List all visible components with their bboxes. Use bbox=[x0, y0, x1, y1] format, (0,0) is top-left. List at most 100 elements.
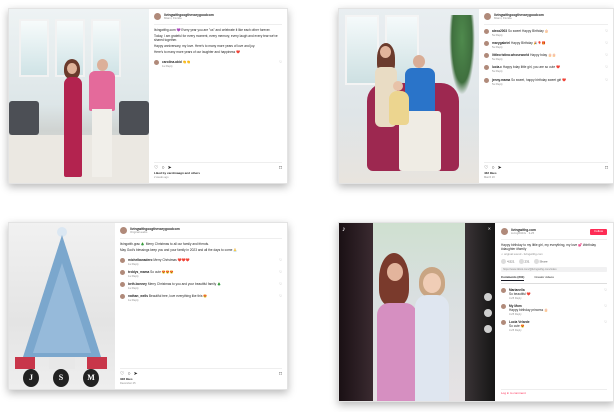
avatar[interactable] bbox=[484, 77, 489, 83]
instagram-post-birthday: livingwithgoogthevarygoodcom Miami, Flor… bbox=[338, 8, 614, 184]
avatar[interactable] bbox=[154, 59, 159, 65]
comment-meta[interactable]: 5w Reply bbox=[492, 70, 602, 73]
comment-meta[interactable]: 1w Reply bbox=[128, 275, 276, 278]
post-photo-family-chair[interactable] bbox=[339, 9, 479, 183]
comment-user[interactable]: teddys_mama bbox=[128, 270, 149, 274]
panel-tabs: Comments (231) Creator videos bbox=[501, 275, 607, 284]
girl-face bbox=[423, 273, 441, 293]
gift-box bbox=[49, 357, 75, 369]
volume-icon[interactable] bbox=[484, 293, 492, 301]
like-comment-heart-icon[interactable]: ♡ bbox=[279, 258, 282, 262]
avatar[interactable] bbox=[484, 65, 489, 71]
comment-meta[interactable]: 5w Reply bbox=[492, 58, 602, 61]
post-header: livingwithgoogthevarygoodcom Miami, Flor… bbox=[154, 13, 282, 25]
save-bookmark-icon[interactable]: □ bbox=[605, 165, 608, 171]
post-location[interactable]: Miami, Florida bbox=[164, 16, 214, 20]
music-label[interactable]: ♫ original sound - livingwithg.com bbox=[501, 252, 607, 256]
like-comment-heart-icon[interactable]: ♡ bbox=[605, 53, 608, 57]
avatar[interactable] bbox=[484, 53, 489, 59]
save-bookmark-icon[interactable]: □ bbox=[279, 165, 282, 171]
avatar[interactable] bbox=[501, 228, 508, 236]
avatar[interactable] bbox=[120, 227, 127, 235]
video-controls bbox=[484, 293, 492, 333]
avatar[interactable] bbox=[484, 13, 491, 21]
woman-face bbox=[67, 63, 77, 74]
comment-meta[interactable]: 3-25 Reply bbox=[509, 313, 601, 316]
like-comment-heart-icon[interactable]: ♡ bbox=[604, 304, 607, 308]
comment: Marianella So beautiful ❤️ 3-25 Reply ♡ bbox=[501, 287, 607, 300]
post-caption: livingwithg.com 💜 Every year you are "us… bbox=[154, 25, 282, 56]
comment-text: So beautiful ❤️ bbox=[509, 291, 531, 296]
tiktok-side-panel: livingwithg.com LivingWithG · 3-25 Follo… bbox=[495, 223, 613, 401]
like-comment-heart-icon[interactable]: ♡ bbox=[605, 78, 608, 82]
post-photo-christmas-tree[interactable]: J S M bbox=[9, 223, 115, 389]
add-comment-prompt[interactable]: Log in to comment bbox=[501, 389, 607, 396]
follow-button[interactable]: Follow bbox=[590, 228, 607, 235]
like-comment-heart-icon[interactable]: ♡ bbox=[279, 270, 282, 274]
close-icon[interactable]: ✕ bbox=[488, 226, 491, 231]
comment-user[interactable]: nathan_wells bbox=[128, 294, 148, 298]
comment-meta[interactable]: 5w Reply bbox=[492, 46, 602, 49]
share-button[interactable]: Share bbox=[533, 259, 548, 265]
like-comment-heart-icon[interactable]: ♡ bbox=[605, 65, 608, 69]
post-header: livingwithgoogthevarygoodcom Miami, Flor… bbox=[484, 13, 608, 25]
comment: littlecristina.whoseworld Happy bday 🎂🎂 … bbox=[484, 53, 608, 61]
like-comment-heart-icon[interactable]: ♡ bbox=[604, 320, 607, 324]
like-comment-heart-icon[interactable]: ♡ bbox=[279, 60, 282, 64]
avatar[interactable] bbox=[154, 13, 161, 21]
action-bar: ♡ ○ ➤ □ bbox=[484, 161, 608, 171]
sofa bbox=[9, 101, 39, 135]
avatar[interactable] bbox=[484, 40, 489, 46]
chevron-up-icon[interactable] bbox=[484, 309, 492, 317]
avatar[interactable] bbox=[484, 28, 489, 34]
avatar[interactable] bbox=[501, 304, 506, 310]
man-pants bbox=[92, 109, 112, 177]
gift-box bbox=[15, 357, 35, 369]
avatar[interactable] bbox=[501, 320, 506, 326]
comment-text: So sweet Happy Birthday 🎂 bbox=[507, 28, 549, 33]
comment-user[interactable]: littlecristina.whoseworld bbox=[492, 53, 529, 57]
like-comment-heart-icon[interactable]: ♡ bbox=[605, 29, 608, 33]
copy-link-field[interactable]: https://www.tiktok.com/@livingwithg.com/… bbox=[501, 267, 607, 273]
comment-user[interactable]: marygabriel bbox=[492, 41, 510, 45]
comment-user[interactable]: carolina.abid bbox=[162, 60, 182, 64]
comment-text: Beautiful tree, love everything like thi… bbox=[148, 294, 208, 299]
save-bookmark-icon[interactable]: □ bbox=[279, 371, 282, 377]
avatar[interactable] bbox=[120, 269, 125, 275]
comment: marygabriel Happy Birthday 🎉🎈🎁 5w Reply … bbox=[484, 40, 608, 49]
comment-user[interactable]: jenny.mama bbox=[492, 78, 510, 82]
comment-meta[interactable]: 1w Reply bbox=[128, 287, 276, 290]
share-plane-icon[interactable]: ➤ bbox=[134, 371, 138, 377]
caption-line: livingwithg.com 💜 Every year you are "us… bbox=[154, 27, 271, 32]
like-comment-heart-icon[interactable]: ♡ bbox=[605, 41, 608, 45]
like-comment-heart-icon[interactable]: ♡ bbox=[279, 294, 282, 298]
post-photo-couple-living-room[interactable] bbox=[9, 9, 149, 183]
like-comment-heart-icon[interactable]: ♡ bbox=[604, 288, 607, 292]
like-comment-heart-icon[interactable]: ♡ bbox=[279, 282, 282, 286]
tab-creator-videos[interactable]: Creator videos bbox=[534, 275, 554, 281]
avatar[interactable] bbox=[120, 282, 125, 288]
caption-line: livingwith.grac 🎄 Merry Christmas to all… bbox=[120, 241, 209, 246]
avatar[interactable] bbox=[120, 294, 125, 300]
tiktok-logo-icon[interactable]: ♪ bbox=[342, 226, 346, 233]
comment-count[interactable]: 231 bbox=[518, 259, 530, 265]
video-player[interactable]: ♪ ✕ bbox=[339, 223, 495, 401]
comment-user[interactable]: alexa2003 bbox=[492, 29, 507, 33]
avatar[interactable] bbox=[120, 257, 125, 263]
tab-comments[interactable]: Comments (231) bbox=[501, 275, 525, 281]
comment: My Mom Happy birthday princess 🎂 3-25 Rep… bbox=[501, 304, 607, 316]
comment-user[interactable]: lucia.c bbox=[492, 65, 502, 69]
post-audio[interactable]: Original audio bbox=[130, 230, 180, 234]
comment-meta[interactable]: 3-25 Reply bbox=[509, 297, 601, 300]
stocking-letter: M bbox=[83, 369, 99, 387]
avatar[interactable] bbox=[501, 287, 506, 293]
comment-text: Happy birthday princess 🎂 bbox=[509, 308, 549, 313]
chevron-down-icon[interactable] bbox=[484, 325, 492, 333]
comment-meta[interactable]: 1w Reply bbox=[128, 263, 276, 266]
like-count[interactable]: 4,521 bbox=[501, 259, 515, 265]
post-location[interactable]: Miami, Florida bbox=[494, 16, 544, 20]
comment-user[interactable]: beth.bonney bbox=[128, 282, 147, 286]
comment-meta[interactable]: 5w Reply bbox=[492, 34, 602, 37]
share-plane-icon[interactable]: ➤ bbox=[498, 165, 502, 171]
comment-user[interactable]: michelbanadero bbox=[128, 258, 152, 262]
